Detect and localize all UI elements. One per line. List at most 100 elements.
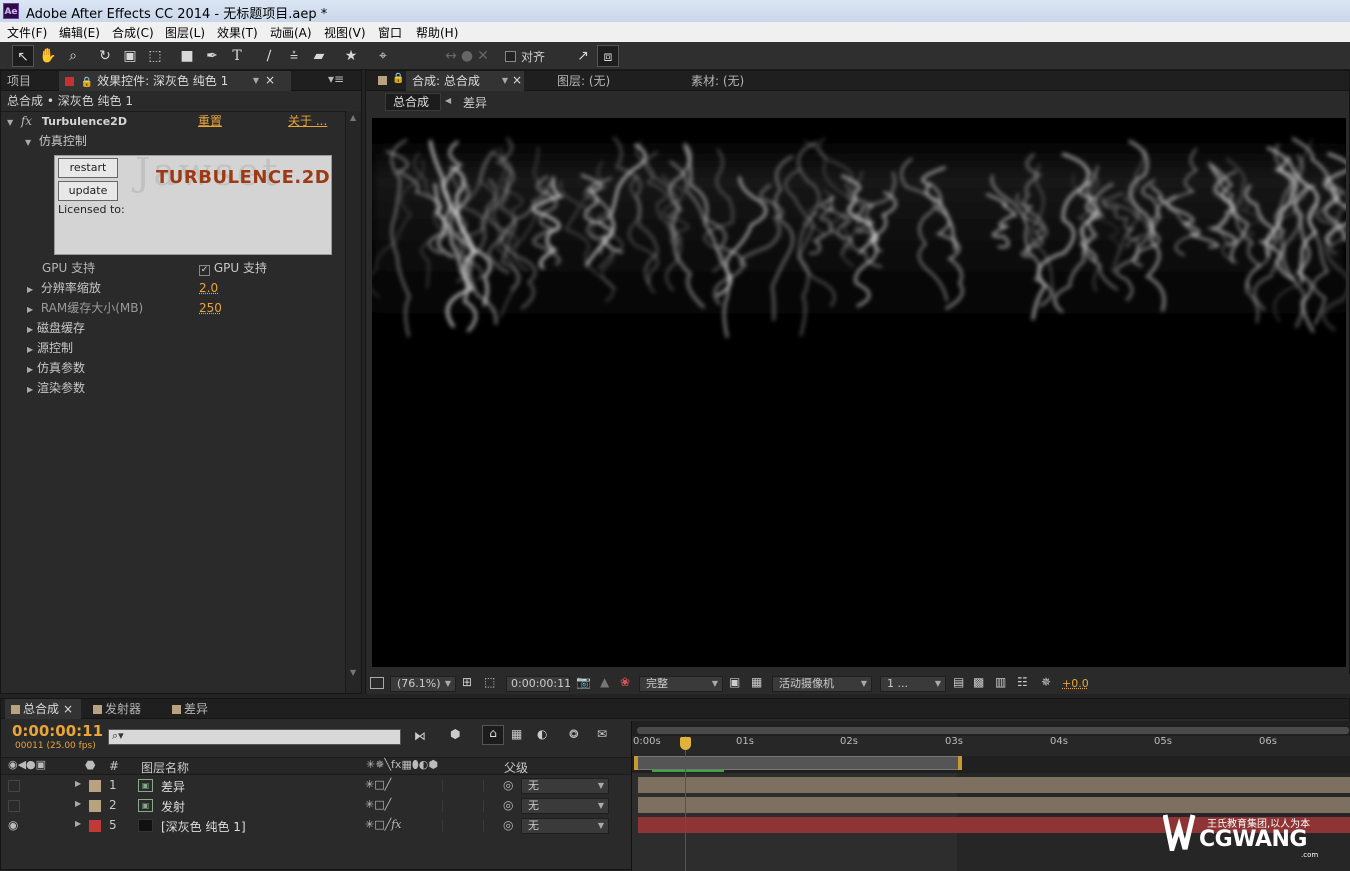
tab-composition[interactable]: 合成: 总合成 ▼: [406, 71, 524, 91]
toggle-pixel-aspect-icon[interactable]: ▤: [953, 675, 964, 689]
menu-layer[interactable]: 图层(L): [165, 24, 205, 41]
brush-tool-icon[interactable]: ∕: [258, 45, 280, 67]
zoom-tool-icon[interactable]: ⌕: [62, 45, 84, 67]
expand-triangle-icon[interactable]: ▶: [27, 300, 37, 320]
rotate-tool-icon[interactable]: ↻: [94, 45, 116, 67]
layer-name[interactable]: 发射: [161, 798, 185, 815]
hand-tool-icon[interactable]: ✋: [37, 45, 59, 67]
tab-effect-controls[interactable]: 🔒 效果控件: 深灰色 纯色 1 ▼: [59, 71, 291, 91]
expand-layer-icon[interactable]: ▶: [75, 799, 81, 808]
current-time-field[interactable]: 0:00:00:11: [506, 676, 571, 692]
clone-stamp-tool-icon[interactable]: ⩮: [283, 45, 305, 67]
work-area-end-handle[interactable]: [958, 756, 962, 770]
pick-whip-icon[interactable]: ◎: [503, 798, 513, 812]
label-column-icon[interactable]: ⬣: [85, 758, 95, 772]
fx-icon[interactable]: fx: [21, 114, 32, 128]
current-time-indicator[interactable]: [685, 736, 686, 871]
rectangle-tool-icon[interactable]: ■: [176, 45, 198, 67]
graph-editor-icon[interactable]: ⭗: [569, 727, 579, 742]
time-navigator[interactable]: [637, 727, 1349, 734]
safe-margins-icon[interactable]: ⊞: [462, 675, 472, 689]
views-dropdown[interactable]: 1 ... ▼: [880, 676, 946, 692]
menu-file[interactable]: 文件(F): [7, 24, 47, 41]
layer-label-swatch[interactable]: [89, 800, 101, 812]
shy-layers-icon[interactable]: ⌂: [482, 725, 504, 745]
tab-footage[interactable]: 素材: (无): [685, 71, 744, 91]
restart-button[interactable]: restart: [58, 158, 118, 178]
close-tab-icon[interactable]: ×: [63, 702, 73, 716]
expand-triangle-icon[interactable]: ▶: [27, 340, 37, 360]
expand-triangle-icon[interactable]: ▶: [27, 320, 37, 340]
layer-label-swatch[interactable]: [89, 820, 101, 832]
menu-effect[interactable]: 效果(T): [217, 24, 258, 41]
resolution-dropdown[interactable]: 完整 ▼: [639, 676, 723, 692]
draft-3d-icon[interactable]: ⬢: [450, 727, 460, 741]
frame-blending-icon[interactable]: ▦: [511, 727, 522, 741]
camera-dropdown[interactable]: 活动摄像机 ▼: [772, 676, 872, 692]
layer-switches[interactable]: ✳□╱: [365, 798, 391, 811]
crumb-main-comp[interactable]: 总合成: [385, 93, 441, 111]
menu-view[interactable]: 视图(V): [324, 24, 366, 41]
exposure-value[interactable]: +0.0: [1062, 677, 1089, 690]
camera-tool-icon[interactable]: ▣: [119, 45, 141, 67]
eraser-tool-icon[interactable]: ▰: [308, 45, 330, 67]
panel-menu-icon[interactable]: ▾≡: [328, 72, 344, 86]
tab-layer[interactable]: 图层: (无): [551, 71, 610, 91]
parent-dropdown[interactable]: 无 ▼: [521, 818, 609, 834]
layer-switch-boxes[interactable]: [442, 820, 484, 832]
parent-dropdown[interactable]: 无 ▼: [521, 778, 609, 794]
playhead-handle[interactable]: [680, 737, 691, 750]
expand-layer-icon[interactable]: ▶: [75, 819, 81, 828]
puppet-pin-tool-icon[interactable]: ⌖: [372, 45, 394, 67]
fast-previews-icon[interactable]: ▣: [729, 675, 740, 689]
layer-switch-boxes[interactable]: [442, 800, 484, 812]
roto-brush-tool-icon[interactable]: ★: [340, 45, 362, 67]
magnification-dropdown[interactable]: (76.1%) ▼: [390, 676, 456, 692]
expand-triangle-icon[interactable]: ▶: [27, 380, 37, 400]
res-scale-row[interactable]: ▶ 分辨率缩放: [27, 278, 101, 298]
tab-diff[interactable]: 差异: [166, 699, 208, 719]
snapshot-icon[interactable]: 📷: [576, 675, 591, 689]
type-tool-icon[interactable]: T: [226, 45, 248, 67]
crumb-sub-comp[interactable]: 差异: [463, 94, 487, 111]
layer-switches[interactable]: ✳□╱: [365, 778, 391, 791]
menu-composition[interactable]: 合成(C): [112, 24, 154, 41]
group-render-params[interactable]: ▶ 渲染参数: [27, 378, 85, 398]
tab-project[interactable]: 项目: [1, 71, 59, 91]
comp-mini-flowchart-icon[interactable]: ⧑: [414, 729, 426, 743]
scroll-up-icon[interactable]: ▲: [350, 113, 356, 122]
menu-help[interactable]: 帮助(H): [416, 24, 458, 41]
expand-layer-icon[interactable]: ▶: [75, 779, 81, 788]
expand-triangle-icon[interactable]: ▼: [25, 133, 35, 153]
av-features-icon[interactable]: ◉◀●▣: [8, 758, 46, 771]
fast-preview-icon[interactable]: ▩: [973, 675, 984, 689]
tab-dropdown-icon[interactable]: ▼: [502, 71, 508, 91]
timeline-timecode[interactable]: 0:00:00:11: [12, 722, 103, 740]
pick-whip-icon[interactable]: ◎: [503, 818, 513, 832]
sim-control-group[interactable]: ▼ 仿真控制: [25, 131, 87, 151]
layer-label-swatch[interactable]: [89, 780, 101, 792]
update-button[interactable]: update: [58, 181, 118, 201]
collapse-triangle-icon[interactable]: ▼: [7, 113, 17, 133]
pick-whip-icon[interactable]: ◎: [503, 778, 513, 792]
layer-name[interactable]: 差异: [161, 778, 185, 795]
time-ruler[interactable]: 0:00s 01s 02s 03s 04s 05s 06s: [632, 736, 1350, 756]
switches-column-icons[interactable]: ✳✵╲fx▦⬮◐⬢: [366, 758, 438, 772]
brainstorm-icon[interactable]: ✉: [597, 727, 607, 741]
layer-name-column[interactable]: 图层名称: [141, 759, 189, 776]
exposure-icon[interactable]: ✵: [1041, 675, 1051, 689]
close-tab-icon[interactable]: ×: [512, 73, 522, 87]
flowchart-icon[interactable]: ☷: [1017, 675, 1028, 689]
layer-switches[interactable]: ✳□╱fx: [365, 818, 402, 831]
layer-search-input[interactable]: ⌕▾: [108, 729, 401, 745]
reset-link[interactable]: 重置: [198, 111, 222, 131]
expand-triangle-icon[interactable]: ▶: [27, 280, 37, 300]
menu-window[interactable]: 窗口: [378, 24, 402, 41]
parent-dropdown[interactable]: 无 ▼: [521, 798, 609, 814]
layer-row-2[interactable]: ▶ 2 ▣ 发射 ✳□╱ ◎ 无 ▼: [1, 796, 631, 816]
eye-icon[interactable]: ◉: [8, 818, 18, 832]
transparency-grid-icon[interactable]: ▦: [751, 675, 762, 689]
timeline-icon[interactable]: ▥: [995, 675, 1006, 689]
expand-triangle-icon[interactable]: ▶: [27, 360, 37, 380]
selection-tool-icon[interactable]: ↖: [12, 45, 34, 67]
